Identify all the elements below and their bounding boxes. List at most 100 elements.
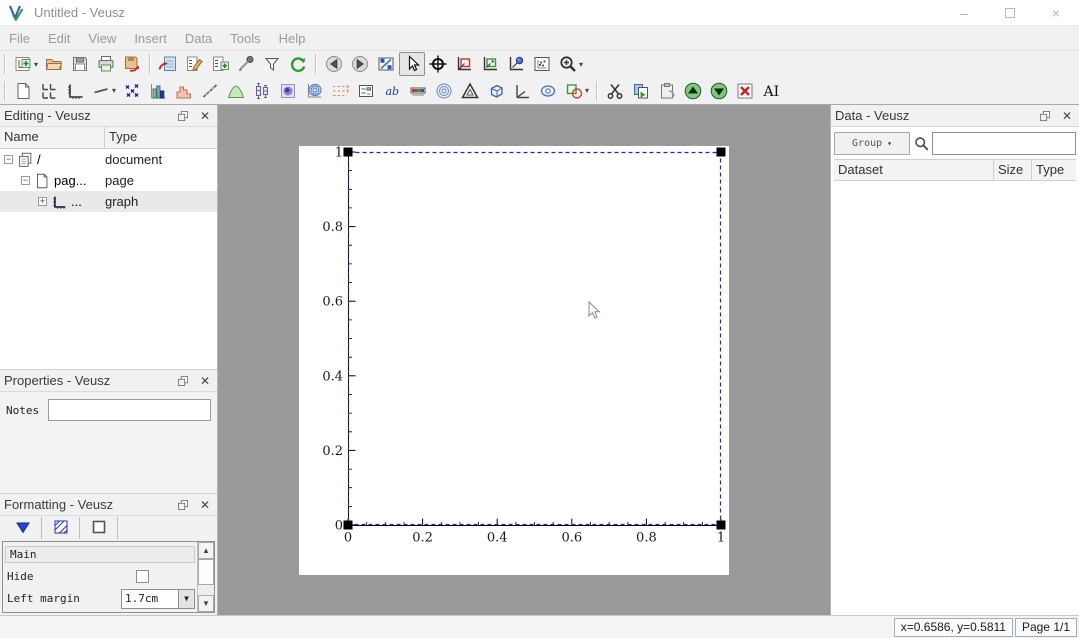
menu-help[interactable]: Help	[270, 26, 315, 50]
filter-data-button[interactable]	[259, 52, 285, 76]
reload-data-button[interactable]	[285, 52, 311, 76]
tree-row-page[interactable]: −pag...page	[0, 170, 217, 191]
close-panel-button[interactable]: ✕	[197, 497, 213, 513]
move-up-button[interactable]	[680, 79, 706, 103]
export-document-button[interactable]	[119, 52, 145, 76]
float-panel-button[interactable]	[175, 497, 191, 513]
add-polar-button[interactable]	[431, 79, 457, 103]
tab-main[interactable]	[4, 517, 42, 539]
dataset-list[interactable]	[834, 181, 1076, 615]
tab-background-fill[interactable]	[42, 517, 80, 539]
close-button[interactable]: ×	[1033, 0, 1079, 25]
print-document-button[interactable]	[93, 52, 119, 76]
scrollbar-track[interactable]	[198, 585, 214, 595]
add-key-button[interactable]	[353, 79, 379, 103]
combobox-arrow-icon[interactable]: ▼	[178, 590, 194, 608]
next-page-button[interactable]	[347, 52, 373, 76]
add-colorbar-button[interactable]	[405, 79, 431, 103]
add-function-button[interactable]	[223, 79, 249, 103]
expander-icon[interactable]: +	[38, 197, 47, 206]
add-image-button[interactable]	[275, 79, 301, 103]
minimize-button[interactable]: –	[941, 0, 987, 25]
add-vector-field-button[interactable]	[327, 79, 353, 103]
capture-data-button[interactable]	[233, 52, 259, 76]
add-boxplot-button[interactable]	[249, 79, 275, 103]
menu-tools[interactable]: Tools	[221, 26, 269, 50]
float-panel-button[interactable]	[175, 373, 191, 389]
move-down-button[interactable]	[706, 79, 732, 103]
create-dataset-button[interactable]	[207, 52, 233, 76]
add-3d-graph-button[interactable]	[509, 79, 535, 103]
fullscreen-view-button[interactable]	[373, 52, 399, 76]
copy-widget-button[interactable]	[628, 79, 654, 103]
read-data-points-button[interactable]	[425, 52, 451, 76]
add-3d-scene-button[interactable]	[483, 79, 509, 103]
menu-view[interactable]: View	[79, 26, 125, 50]
column-header-type[interactable]: Type	[1032, 160, 1076, 180]
save-document-button[interactable]	[67, 52, 93, 76]
import-data-button[interactable]	[155, 52, 181, 76]
plot-canvas[interactable]: 00.20.40.60.8100.20.40.60.81	[218, 105, 830, 615]
selection-handle[interactable]	[717, 521, 726, 530]
add-bar-button[interactable]	[145, 79, 171, 103]
tree-row-graph[interactable]: +...graph	[0, 191, 217, 212]
dataset-search-input[interactable]	[932, 132, 1076, 155]
close-panel-button[interactable]: ✕	[1059, 108, 1075, 124]
column-header-size[interactable]: Size	[994, 160, 1032, 180]
scroll-down-button[interactable]: ▼	[198, 595, 214, 612]
menu-data[interactable]: Data	[176, 26, 221, 50]
select-items-button[interactable]	[399, 52, 425, 76]
close-panel-button[interactable]: ✕	[197, 108, 213, 124]
zoom-into-axes-button[interactable]	[451, 52, 477, 76]
column-header-name[interactable]: Name	[0, 127, 105, 148]
add-contour-button[interactable]	[301, 79, 327, 103]
add-label-button[interactable]: ab	[379, 79, 405, 103]
new-document-button[interactable]: ▾	[10, 52, 41, 76]
add-histogram-button[interactable]	[171, 79, 197, 103]
close-panel-button[interactable]: ✕	[197, 373, 213, 389]
expander-icon[interactable]: −	[21, 176, 30, 185]
column-header-dataset[interactable]: Dataset	[834, 160, 994, 180]
add-shape-button[interactable]: ▾	[561, 79, 592, 103]
menu-file[interactable]: File	[0, 26, 39, 50]
column-header-type[interactable]: Type	[105, 127, 217, 148]
menu-edit[interactable]: Edit	[39, 26, 79, 50]
menu-insert[interactable]: Insert	[125, 26, 176, 50]
formatting-scrollbar[interactable]: ▲ ▼	[197, 542, 214, 612]
open-document-button[interactable]	[41, 52, 67, 76]
selection-handle[interactable]	[344, 521, 353, 530]
maximize-button[interactable]	[987, 0, 1033, 25]
plot-page[interactable]: 00.20.40.60.8100.20.40.60.81	[299, 146, 729, 575]
delete-widget-button[interactable]	[732, 79, 758, 103]
cut-widget-button[interactable]	[602, 79, 628, 103]
axes-to-data-button[interactable]	[529, 52, 555, 76]
add-fit-button[interactable]	[197, 79, 223, 103]
group-dropdown-button[interactable]: Group ▾	[834, 132, 910, 155]
notes-input[interactable]	[48, 399, 211, 421]
selection-handle[interactable]	[344, 148, 353, 157]
add-xy-button[interactable]	[119, 79, 145, 103]
scrollbar-thumb[interactable]	[198, 559, 214, 585]
float-panel-button[interactable]	[1037, 108, 1053, 124]
add-page-button[interactable]	[10, 79, 36, 103]
edit-data-button[interactable]	[181, 52, 207, 76]
expander-icon[interactable]: −	[4, 155, 13, 164]
tab-border[interactable]	[80, 517, 118, 539]
recenter-graph-button[interactable]	[503, 52, 529, 76]
paste-widget-button[interactable]	[654, 79, 680, 103]
left-margin-combobox[interactable]: 1.7cm▼	[121, 589, 195, 609]
float-panel-button[interactable]	[175, 108, 191, 124]
selection-handle[interactable]	[717, 148, 726, 157]
add-nonorth-point-button[interactable]	[535, 79, 561, 103]
tree-row-document[interactable]: −/document	[0, 149, 217, 170]
zoom-level-button[interactable]: ▾	[555, 52, 586, 76]
add-axis-button[interactable]	[62, 79, 88, 103]
zoom-out-axes-button[interactable]	[477, 52, 503, 76]
previous-page-button[interactable]	[321, 52, 347, 76]
graph-plot[interactable]: 00.20.40.60.8100.20.40.60.81	[299, 146, 729, 575]
scroll-up-button[interactable]: ▲	[198, 542, 214, 559]
add-grid-button[interactable]	[36, 79, 62, 103]
add-line-button[interactable]: ▾	[88, 79, 119, 103]
hide-checkbox[interactable]	[136, 570, 149, 583]
rename-widget-button[interactable]: AI	[758, 79, 784, 103]
